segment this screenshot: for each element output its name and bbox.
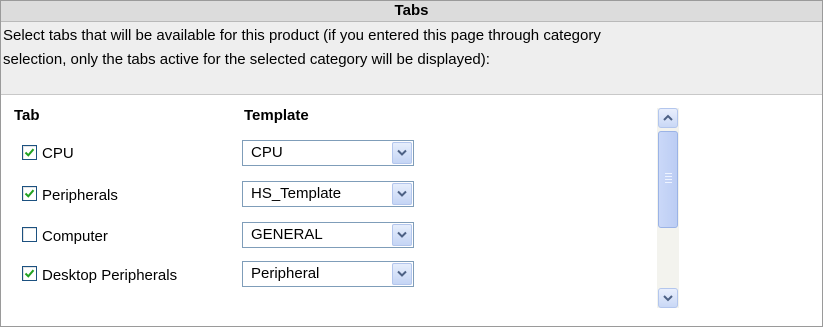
thumb-grip: [665, 182, 672, 183]
chevron-down-icon: [397, 190, 407, 197]
tab-label-cpu[interactable]: CPU: [42, 145, 74, 162]
template-select-value: HS_Template: [251, 185, 342, 202]
thumb-grip: [665, 173, 672, 174]
scroll-down-button[interactable]: [658, 288, 678, 308]
template-select-cpu[interactable]: CPU: [242, 140, 414, 166]
tab-column-header: Tab: [14, 107, 40, 124]
tab-checkbox-cpu[interactable]: [22, 145, 37, 160]
tabs-panel: Tabs Select tabs that will be available …: [0, 0, 823, 327]
tab-list: Tab Template CPU CPU Peripherals HS_Temp…: [1, 95, 822, 326]
dropdown-button[interactable]: [392, 183, 412, 205]
tab-checkbox-peripherals[interactable]: [22, 186, 37, 201]
vertical-scrollbar[interactable]: [657, 108, 679, 308]
description-line-2: selection, only the tabs active for the …: [3, 51, 490, 68]
checkmark-icon: [24, 189, 35, 198]
template-select-value: Peripheral: [251, 265, 320, 282]
template-column-header: Template: [244, 107, 309, 124]
chevron-down-icon: [397, 231, 407, 238]
template-select-desktop-peripherals[interactable]: Peripheral: [242, 261, 414, 287]
chevron-down-icon: [663, 295, 673, 302]
checkmark-icon: [24, 269, 35, 278]
dropdown-button[interactable]: [392, 142, 412, 164]
checkmark-icon: [24, 148, 35, 157]
dropdown-button[interactable]: [392, 224, 412, 246]
tab-label-computer[interactable]: Computer: [42, 228, 108, 245]
tab-label-peripherals[interactable]: Peripherals: [42, 187, 118, 204]
description-line-1: Select tabs that will be available for t…: [3, 27, 601, 44]
chevron-down-icon: [397, 270, 407, 277]
tab-label-desktop-peripherals[interactable]: Desktop Peripherals: [42, 267, 177, 284]
tab-checkbox-desktop-peripherals[interactable]: [22, 266, 37, 281]
panel-description: Select tabs that will be available for t…: [1, 22, 822, 95]
tab-checkbox-computer[interactable]: [22, 227, 37, 242]
panel-title: Tabs: [1, 1, 822, 22]
template-select-peripherals[interactable]: HS_Template: [242, 181, 414, 207]
thumb-grip: [665, 176, 672, 177]
scroll-up-button[interactable]: [658, 108, 678, 128]
thumb-grip: [665, 179, 672, 180]
chevron-up-icon: [663, 114, 673, 121]
chevron-down-icon: [397, 149, 407, 156]
template-select-computer[interactable]: GENERAL: [242, 222, 414, 248]
dropdown-button[interactable]: [392, 263, 412, 285]
template-select-value: CPU: [251, 144, 283, 161]
template-select-value: GENERAL: [251, 226, 323, 243]
scrollbar-thumb[interactable]: [658, 131, 678, 228]
